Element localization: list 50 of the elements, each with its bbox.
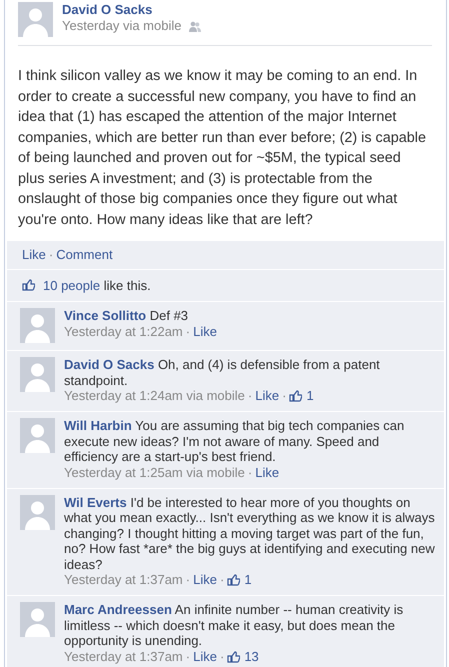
post-text: I think silicon valley as we know it may be coming to an end. In order to create a successful new company, you have to find an idea that (1) has escaped the attention of the major Internet companies, which are better run than ever before; (2) is capable of being launched and proven out for ~$5M, the typical seed plus series A investment; and (3) is protectable from the onslaught of those big companies once they figure out what you're onto. How many ideas like that are left? bbox=[17, 67, 427, 230]
author-link[interactable]: Will Harbin bbox=[64, 418, 132, 433]
thumbs-up-icon bbox=[289, 390, 302, 402]
separator-dot: · bbox=[218, 572, 226, 588]
friends-icon bbox=[189, 20, 202, 32]
likers-link[interactable]: 10 people bbox=[43, 278, 100, 292]
comment-text: Vince Sollitto Def #3 bbox=[64, 308, 190, 324]
separator-dot: · bbox=[246, 464, 254, 480]
separator-dot: · bbox=[184, 572, 192, 588]
separator-dot: · bbox=[246, 388, 254, 404]
thumbs-up-icon bbox=[22, 279, 35, 292]
like-count[interactable]: 13 bbox=[244, 648, 259, 664]
like-link[interactable]: Like bbox=[193, 324, 217, 340]
author-link[interactable]: David O Sacks bbox=[64, 357, 154, 372]
separator-dot: · bbox=[184, 324, 192, 340]
action-link[interactable]: Comment bbox=[56, 247, 113, 262]
comment-text: Wil Everts I'd be interested to hear more of you thoughts on what you mean exactly... Isn't everything as we know it is always changing? I thought hitting a moving target was part of the fun, no? How fast *are* the big guys at identifying and executing new ideas? bbox=[64, 494, 436, 572]
comment-time: Yesterday at 1:25am via mobile bbox=[64, 464, 245, 480]
likes-text: 10 people like this. bbox=[43, 278, 151, 293]
comment-time: Yesterday at 1:37am bbox=[64, 648, 183, 664]
avatar[interactable] bbox=[18, 2, 53, 37]
author-name[interactable]: David O Sacks bbox=[62, 2, 202, 18]
separator-dot: · bbox=[48, 247, 54, 262]
author-link[interactable]: Wil Everts bbox=[64, 494, 127, 510]
action-link[interactable]: Like bbox=[22, 247, 46, 262]
like-count[interactable]: 1 bbox=[306, 388, 314, 404]
comment-time: Yesterday at 1:24am via mobile bbox=[64, 388, 245, 404]
avatar[interactable] bbox=[20, 308, 55, 343]
like-link[interactable]: Like bbox=[255, 388, 280, 404]
comment-text: Marc Andreessen An infinite number -- human creativity is limitless -- which doesn't make it easy, but does mean the opportunity is unending. bbox=[64, 602, 404, 648]
author-link[interactable]: Vince Sollitto bbox=[64, 308, 146, 323]
post-time: Yesterday via mobile bbox=[62, 18, 182, 34]
like-link[interactable]: Like bbox=[193, 648, 217, 664]
separator-dot: · bbox=[218, 648, 226, 664]
comment-text: David O Sacks Oh, and (4) is defensible from a patent standpoint. bbox=[64, 357, 381, 388]
separator-dot: · bbox=[281, 388, 288, 404]
comment-time: Yesterday at 1:37am bbox=[64, 572, 183, 588]
thumbs-up-icon bbox=[227, 650, 240, 662]
avatar[interactable] bbox=[20, 494, 55, 530]
like-link[interactable]: Like bbox=[255, 464, 280, 480]
thumbs-up-icon bbox=[227, 574, 240, 586]
comment-time: Yesterday at 1:22am bbox=[64, 324, 183, 340]
avatar[interactable] bbox=[20, 602, 55, 637]
avatar[interactable] bbox=[20, 357, 55, 392]
comment-text: Will Harbin You are assuming that big tech companies can execute new ideas? I'm not aware of many. Speed and efficiency are a start-up's best friend. bbox=[64, 418, 406, 464]
like-count[interactable]: 1 bbox=[244, 572, 252, 588]
avatar[interactable] bbox=[20, 418, 55, 453]
separator-dot: · bbox=[184, 648, 192, 664]
author-link[interactable]: Marc Andreessen bbox=[64, 602, 172, 617]
like-link[interactable]: Like bbox=[193, 572, 217, 588]
